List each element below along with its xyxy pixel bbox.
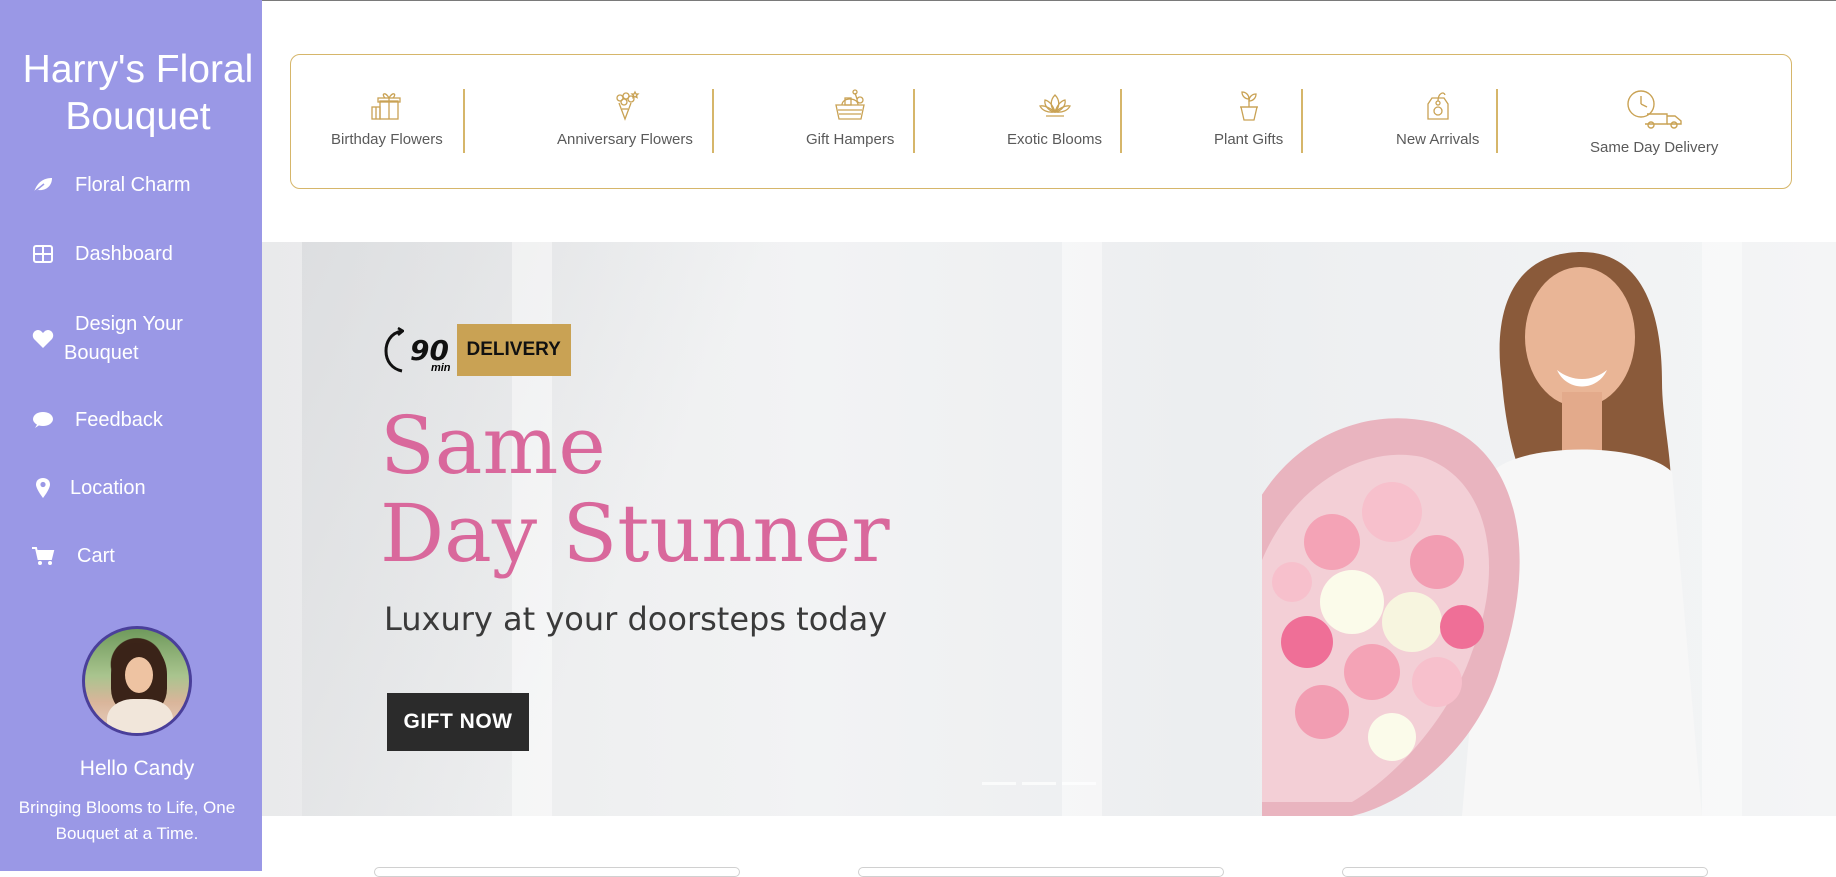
product-card[interactable] <box>374 867 740 877</box>
leaf-icon <box>31 173 55 197</box>
category-label: New Arrivals <box>1396 131 1480 148</box>
sidebar: Harry's Floral Bouquet Floral Charm Dash… <box>0 0 262 871</box>
chat-bubble-icon <box>31 408 55 432</box>
category-label: Plant Gifts <box>1214 131 1284 148</box>
sidebar-item-floral-charm[interactable]: Floral Charm <box>0 172 262 198</box>
category-birthday-flowers[interactable]: Birthday Flowers <box>331 89 443 148</box>
product-card[interactable] <box>1342 867 1708 877</box>
category-divider <box>712 89 714 153</box>
category-divider <box>1120 89 1122 153</box>
stopwatch-icon <box>384 327 404 373</box>
sidebar-item-dashboard[interactable]: Dashboard <box>0 241 262 267</box>
sidebar-item-feedback[interactable]: Feedback <box>0 407 262 433</box>
hero-subline: Luxury at your doorsteps today <box>384 600 888 638</box>
gift-box-icon <box>331 89 443 125</box>
hero-woman-with-bouquet-image <box>1262 252 1702 816</box>
category-divider <box>1496 89 1498 153</box>
sidebar-item-design-your-bouquet[interactable]: Design Your Bouquet <box>0 308 262 370</box>
hero-banner[interactable]: 90 min DELIVERY Same Day Stunner Luxury … <box>262 242 1836 816</box>
hamper-basket-icon <box>806 89 894 125</box>
grid-icon <box>31 242 55 266</box>
shopping-cart-icon <box>31 544 55 568</box>
carousel-indicators[interactable] <box>982 782 1096 785</box>
map-pin-icon <box>31 476 55 500</box>
sidebar-tagline: Bringing Blooms to Life, One Bouquet at … <box>18 798 236 843</box>
category-new-arrivals[interactable]: New Arrivals <box>1396 89 1479 148</box>
sidebar-item-label: Dashboard <box>75 242 173 265</box>
delivery-truck-icon <box>1590 89 1718 133</box>
sidebar-item-label: Location <box>70 476 146 499</box>
category-bar: Birthday Flowers Anniversary Flowers Gif… <box>290 54 1792 189</box>
category-label: Exotic Blooms <box>1007 131 1103 148</box>
category-label: Birthday Flowers <box>331 131 443 148</box>
badge-text: DELIVERY <box>456 324 571 376</box>
category-plant-gifts[interactable]: Plant Gifts <box>1214 89 1283 148</box>
category-divider <box>913 89 915 153</box>
avatar[interactable] <box>82 626 192 736</box>
category-gift-hampers[interactable]: Gift Hampers <box>806 89 894 148</box>
category-label: Gift Hampers <box>806 131 895 148</box>
lotus-icon <box>1007 89 1102 125</box>
potted-plant-icon <box>1214 89 1283 125</box>
category-anniversary-flowers[interactable]: Anniversary Flowers <box>557 89 693 148</box>
brand-title: Harry's Floral Bouquet <box>22 48 254 138</box>
category-divider <box>463 89 465 153</box>
heart-icon <box>31 327 55 351</box>
user-greeting: Hello Candy <box>79 757 195 780</box>
category-label: Anniversary Flowers <box>557 131 693 148</box>
gift-now-button[interactable]: GIFT NOW <box>387 693 529 751</box>
category-same-day-delivery[interactable]: Same Day Delivery <box>1590 89 1718 156</box>
sidebar-item-label: Design Your Bouquet <box>64 313 183 364</box>
badge-unit: min <box>430 362 451 374</box>
category-label: Same Day Delivery <box>1590 139 1719 156</box>
category-divider <box>1301 89 1303 153</box>
top-border <box>0 0 1836 1</box>
product-card[interactable] <box>858 867 1224 877</box>
sidebar-item-label: Cart <box>77 544 115 567</box>
flower-bouquet-icon <box>557 89 693 125</box>
category-exotic-blooms[interactable]: Exotic Blooms <box>1007 89 1102 148</box>
sidebar-item-label: Floral Charm <box>75 173 191 196</box>
sidebar-item-location[interactable]: Location <box>0 475 262 501</box>
delivery-badge: 90 min DELIVERY <box>384 324 571 376</box>
sidebar-item-label: Feedback <box>75 408 163 431</box>
sidebar-item-cart[interactable]: Cart <box>0 543 262 569</box>
hero-headline: Same Day Stunner <box>380 399 890 580</box>
tag-icon <box>1396 89 1479 125</box>
